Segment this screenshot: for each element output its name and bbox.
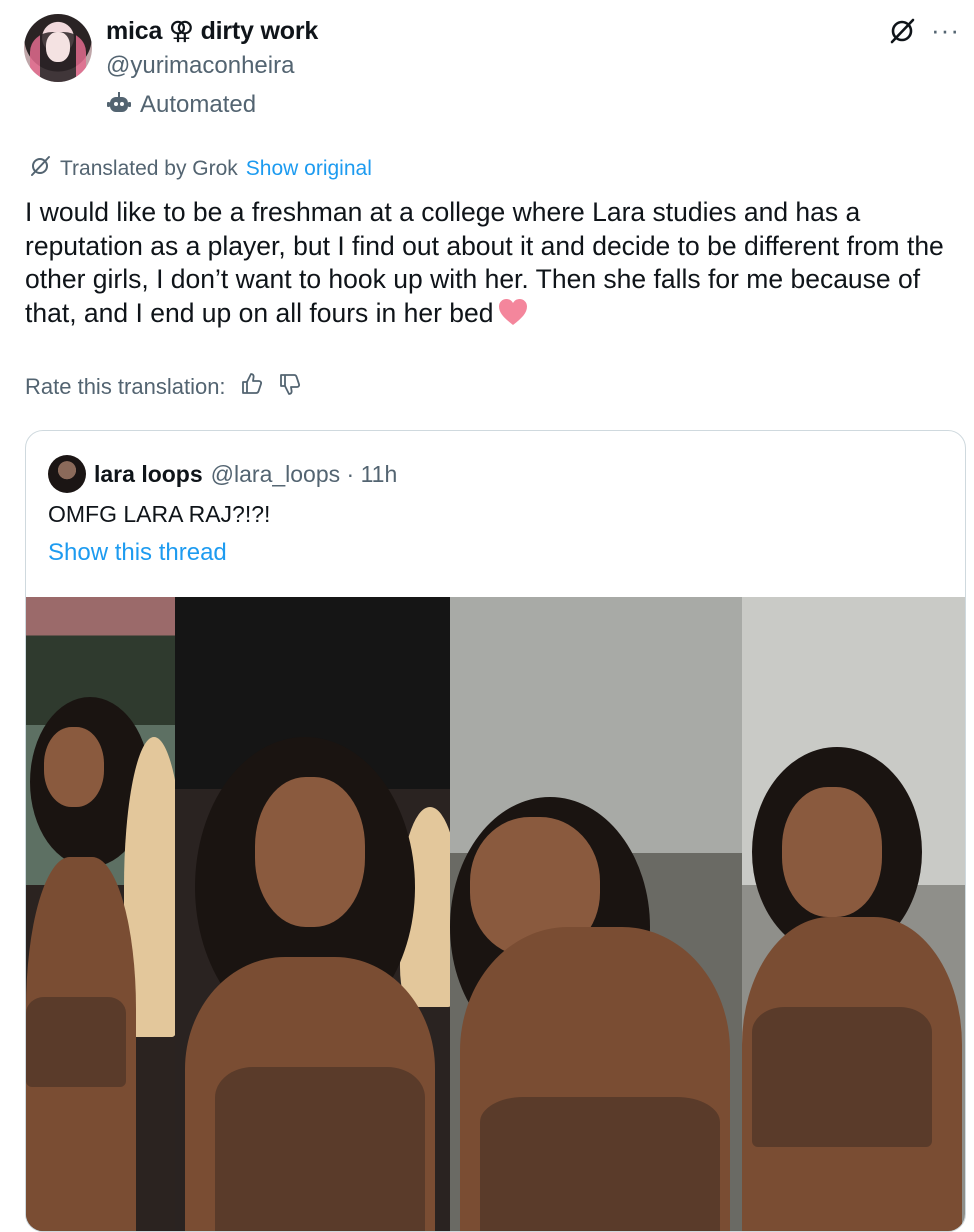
show-thread-link[interactable]: Show this thread (48, 539, 227, 567)
author-avatar[interactable] (24, 14, 92, 82)
quoted-tweet[interactable]: lara loops @lara_loops · 11h OMFG LARA R… (25, 430, 966, 1232)
grok-icon[interactable] (887, 16, 917, 51)
quote-header: lara loops @lara_loops · 11h (48, 455, 397, 493)
quote-author-handle[interactable]: @lara_loops · 11h (211, 461, 398, 488)
photo-1-face (44, 727, 104, 807)
quote-text: OMFG LARA RAJ?!?! (48, 501, 271, 527)
photo-2[interactable] (175, 597, 450, 1231)
quote-avatar[interactable] (48, 455, 86, 493)
photo-4[interactable] (742, 597, 965, 1231)
tweet-actions-top: ··· (887, 16, 960, 51)
tweet-text: I would like to be a freshman at a colle… (25, 197, 944, 328)
thumbs-up-icon[interactable] (240, 372, 264, 402)
photo-3-top (480, 1097, 720, 1231)
thumbs-down-icon[interactable] (278, 372, 302, 402)
tweet-body: I would like to be a freshman at a colle… (25, 196, 965, 334)
quote-author-name[interactable]: lara loops (94, 461, 203, 488)
grok-small-icon (28, 154, 52, 184)
quote-photo-grid[interactable] (26, 597, 965, 1231)
photo-1-top (26, 997, 126, 1087)
avatar-face (46, 32, 70, 62)
photo-4-face (782, 787, 882, 917)
heart-icon (498, 298, 528, 335)
automated-label: Automated (140, 91, 257, 118)
author-display-name[interactable]: mica ⚢ dirty work (106, 16, 318, 46)
photo-1[interactable] (26, 597, 175, 1231)
translation-notice: Translated by Grok Show original (28, 154, 372, 184)
photo-4-top (752, 1007, 932, 1147)
translated-by-text: Translated by Grok (60, 157, 238, 180)
automated-badge: Automated (106, 90, 256, 120)
photo-3[interactable] (450, 597, 742, 1231)
author-handle[interactable]: @yurimaconheira (106, 52, 294, 80)
show-original-link[interactable]: Show original (246, 157, 372, 181)
more-icon[interactable]: ··· (931, 17, 960, 43)
photo-2-top (215, 1067, 425, 1231)
bot-icon (106, 90, 132, 121)
rate-translation: Rate this translation: (25, 372, 302, 402)
rate-label: Rate this translation: (25, 374, 226, 399)
photo-2-face (255, 777, 365, 927)
